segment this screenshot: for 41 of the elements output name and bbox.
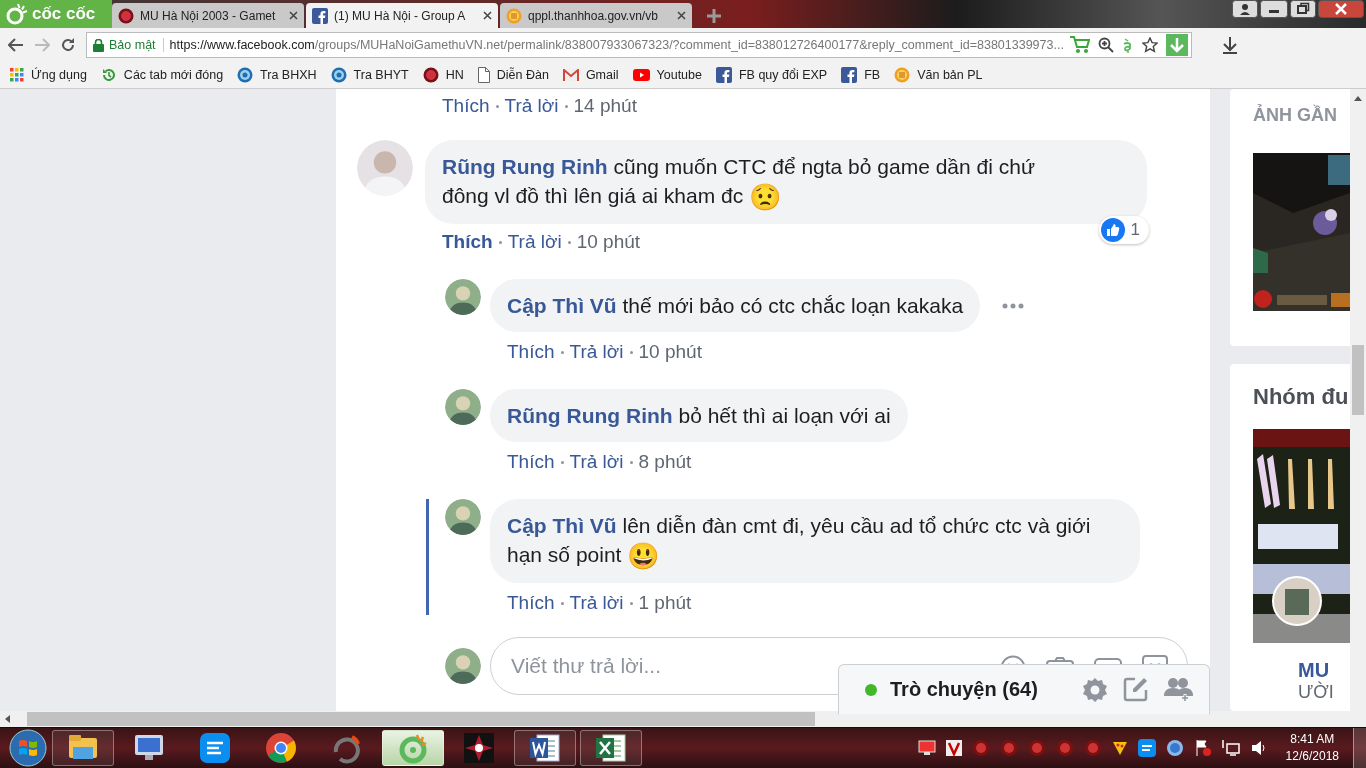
like-link[interactable]: Thích: [507, 341, 555, 363]
bookmark[interactable]: FB quy đổi EXP: [715, 67, 828, 83]
reply-link[interactable]: Trả lời: [504, 95, 559, 117]
reply-link[interactable]: Trả lời: [569, 341, 624, 363]
card-title: ẢNH GẦN: [1253, 105, 1338, 126]
browser-tab[interactable]: (1) MU Hà Nội - Group A: [306, 3, 498, 28]
comment-text: Cập Thì Vũ thế mới bảo có ctc chắc loạn kakaka: [490, 279, 981, 332]
reply-link[interactable]: Trả lời: [569, 592, 624, 614]
card-title: Nhóm đu: [1253, 384, 1350, 410]
clock[interactable]: 8:41 AM 12/6/2018: [1285, 731, 1339, 765]
like-link[interactable]: Thích: [507, 592, 555, 614]
timestamp[interactable]: 14 phút: [573, 95, 637, 117]
reply-link[interactable]: Trả lời: [569, 451, 624, 473]
bookmark[interactable]: Diễn Đàn: [477, 67, 549, 83]
group-meta: ƯỜI: [1298, 682, 1335, 703]
bookmark[interactable]: Tra BHXH: [237, 67, 317, 83]
browser-tab[interactable]: MU Hà Nội 2003 - Gamet: [112, 3, 304, 28]
bookmark[interactable]: Các tab mới đóng: [100, 67, 224, 83]
reaction-count[interactable]: 1: [1098, 216, 1149, 244]
group-name[interactable]: MU: [1298, 659, 1350, 682]
comment-text: Rũng Rung Rinh cũng muốn CTC để ngta bỏ game dần đi chứ đông vl đồ thì lên giá ai kham đc 😟: [425, 140, 1147, 224]
bookmark[interactable]: Youtube: [632, 68, 702, 82]
address-bar[interactable]: Bảo mật https://www.facebook.com/groups/MUHaNoiGamethuVN.net/permalink/838007933067323/?comment_id=838012726400177&reply_comment_id=83801339973...: [86, 32, 1192, 58]
comment-text: Cập Thì Vũ lên diễn đàn cmt đi, yêu cầu ad tổ chức ctc và giới hạn số point 😃: [490, 499, 1140, 583]
like-link[interactable]: Thích: [507, 451, 555, 473]
bookmark[interactable]: Ứng dụng: [10, 68, 87, 82]
comment-text: Rũng Rung Rinh bỏ hết thì ai loạn với ai: [490, 389, 908, 442]
like-link[interactable]: Thích: [442, 95, 490, 117]
timestamp[interactable]: 1 phút: [638, 592, 692, 614]
bookmark[interactable]: Tra BHYT: [330, 67, 409, 83]
bookmark[interactable]: Văn bản PL: [894, 67, 983, 83]
timestamp[interactable]: 10 phút: [638, 341, 702, 363]
bookmark[interactable]: FB: [841, 67, 881, 83]
browser-tab[interactable]: qppl.thanhhoa.gov.vn/vb: [500, 3, 692, 28]
like-link[interactable]: Thích: [442, 231, 493, 253]
bookmark[interactable]: Gmail: [562, 68, 619, 82]
chat-popup-dialog[interactable]: Trò chuyện (64): [838, 664, 1210, 714]
bookmark[interactable]: HN: [422, 67, 464, 83]
timestamp[interactable]: 10 phút: [576, 231, 641, 253]
reply-link[interactable]: Trả lời: [507, 231, 562, 253]
timestamp[interactable]: 8 phút: [638, 451, 692, 473]
